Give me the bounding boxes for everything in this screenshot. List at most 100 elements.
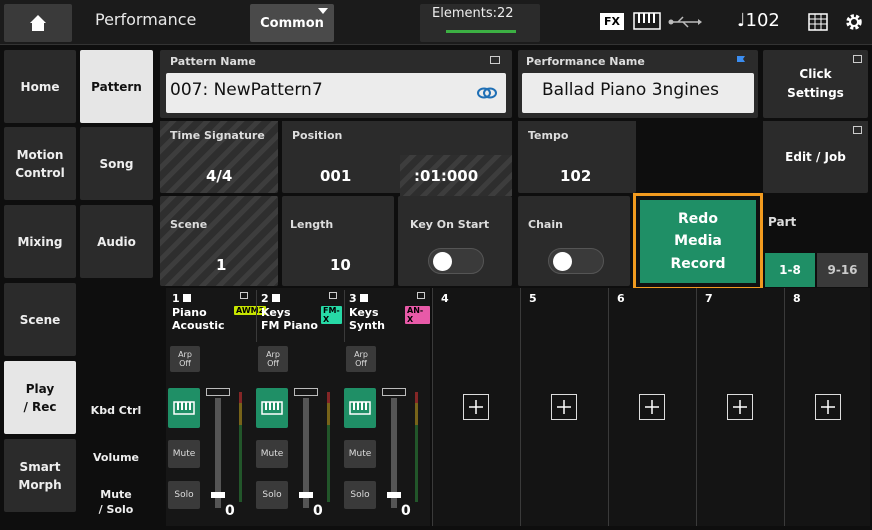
- redo-media-record-label: Redo Media Record: [640, 200, 756, 283]
- part-square-icon: [359, 294, 368, 302]
- part-1-header[interactable]: 1 Piano Acoustic AWM2: [168, 290, 267, 342]
- fx-badge[interactable]: FX: [600, 13, 624, 30]
- part-6-add-button[interactable]: [639, 394, 665, 420]
- sidebar-item-label: Scene: [19, 312, 61, 327]
- grid-icon[interactable]: [808, 13, 828, 31]
- sidebar-item-home[interactable]: Home: [4, 50, 76, 123]
- sidebar-item-scene[interactable]: Scene: [4, 283, 76, 356]
- part-1-volume-label-box: [206, 388, 230, 396]
- keyboard-icon: [173, 401, 195, 415]
- part-2-header[interactable]: 2 Keys FM Piano FM-X: [256, 290, 342, 342]
- part-3-arp-button[interactable]: Arp Off: [346, 346, 376, 372]
- volume-label: Volume: [93, 451, 139, 464]
- part-number: 4: [441, 292, 449, 305]
- elements-indicator: Elements:22: [420, 4, 540, 42]
- part-3-kbd-ctrl-button[interactable]: [344, 388, 376, 428]
- click-settings-button[interactable]: Click Settings: [763, 50, 868, 118]
- pattern-info-icon: [490, 56, 500, 64]
- part-number: 2: [261, 292, 269, 305]
- fm-x-tag: FM-X: [321, 306, 342, 324]
- part-name: Piano Acoustic: [172, 306, 225, 332]
- tempo-display: ♩102: [737, 10, 780, 31]
- part-3-fader-knob[interactable]: [387, 492, 401, 498]
- usb-icon: [668, 16, 702, 28]
- part-3-header[interactable]: 3 Keys Synth AN-X: [344, 290, 430, 342]
- sidebar-item-play-rec[interactable]: Play / Rec: [4, 361, 76, 434]
- sidebar-item-label: Smart Morph: [18, 459, 62, 492]
- part-1-level-meter: [239, 392, 242, 502]
- sidebar-item-smart-morph[interactable]: Smart Morph: [4, 439, 76, 512]
- position-label: Position: [292, 129, 343, 142]
- performance-name-field[interactable]: Ballad Piano 3ngines: [522, 73, 754, 113]
- part-6-column: 6: [608, 288, 696, 526]
- chain-toggle[interactable]: [548, 248, 604, 274]
- time-signature-label: Time Signature: [170, 129, 265, 142]
- part-9-16-button[interactable]: 9-16: [817, 253, 868, 287]
- time-signature-control[interactable]: Time Signature 4/4: [160, 118, 278, 193]
- part-number: 7: [705, 292, 713, 305]
- part-number: 3: [349, 292, 357, 305]
- part-2-kbd-ctrl-button[interactable]: [256, 388, 288, 428]
- part-2-mute-button[interactable]: Mute: [256, 440, 288, 468]
- subnav-item-audio[interactable]: Audio: [80, 205, 153, 278]
- edit-job-button[interactable]: Edit / Job: [763, 118, 868, 193]
- part-1-kbd-ctrl-button[interactable]: [168, 388, 200, 428]
- part-number: 8: [793, 292, 801, 305]
- home-icon: [30, 15, 46, 31]
- tempo-control[interactable]: Tempo 102: [518, 118, 636, 193]
- redo-media-record-button[interactable]: Redo Media Record: [633, 193, 763, 290]
- part-1-solo-button[interactable]: Solo: [168, 481, 200, 509]
- part-number: 1: [172, 292, 180, 305]
- part-square-icon: [271, 294, 280, 302]
- part-2-fader-knob[interactable]: [299, 492, 313, 498]
- subnav-item-song[interactable]: Song: [80, 127, 153, 200]
- kbd-ctrl-label: Kbd Ctrl: [90, 404, 142, 417]
- home-button[interactable]: [4, 4, 72, 42]
- part-3-volume-label-box: [382, 388, 406, 396]
- scene-control[interactable]: Scene 1: [160, 196, 278, 286]
- part-3-solo-button[interactable]: Solo: [344, 481, 376, 509]
- position-measure[interactable]: 001: [320, 167, 351, 185]
- position-tick-control[interactable]: :01:000: [400, 155, 512, 196]
- part-3-level-meter: [415, 392, 418, 502]
- scene-label: Scene: [170, 218, 208, 231]
- sidebar-item-motion-control[interactable]: Motion Control: [4, 127, 76, 200]
- plus-icon: [645, 400, 659, 414]
- edit-job-label: Edit / Job: [785, 150, 846, 164]
- common-dropdown[interactable]: Common: [250, 4, 334, 42]
- part-5-column: 5: [520, 288, 608, 526]
- part-name: Keys Synth: [349, 306, 386, 332]
- length-value: 10: [330, 256, 351, 274]
- an-x-tag: AN-X: [405, 306, 430, 324]
- popup-icon: [853, 126, 862, 134]
- common-label: Common: [260, 15, 324, 31]
- key-on-start-label: Key On Start: [410, 218, 490, 231]
- part-1-arp-button[interactable]: Arp Off: [170, 346, 200, 372]
- performance-name-value: Ballad Piano 3ngines: [542, 80, 719, 100]
- screen-title: Performance: [95, 10, 197, 29]
- tempo-label: Tempo: [528, 129, 569, 142]
- part-2-solo-button[interactable]: Solo: [256, 481, 288, 509]
- part-1-fader-knob[interactable]: [211, 492, 225, 498]
- key-on-start-panel: Key On Start: [398, 196, 512, 286]
- part-8-add-button[interactable]: [815, 394, 841, 420]
- part-number: 5: [529, 292, 537, 305]
- pattern-name-field[interactable]: 007: NewPattern7: [166, 73, 506, 113]
- link-icon[interactable]: [476, 85, 498, 101]
- part-4-add-button[interactable]: [463, 394, 489, 420]
- popup-icon: [853, 55, 862, 63]
- gear-icon[interactable]: [844, 12, 864, 32]
- part-7-add-button[interactable]: [727, 394, 753, 420]
- part-info-icon: [240, 292, 248, 299]
- key-on-start-toggle[interactable]: [428, 248, 484, 274]
- position-panel: Position 001 :01:000: [282, 118, 512, 196]
- part-label: Part: [768, 215, 797, 229]
- part-2-arp-button[interactable]: Arp Off: [258, 346, 288, 372]
- part-1-8-button[interactable]: 1-8: [765, 253, 815, 287]
- part-3-mute-button[interactable]: Mute: [344, 440, 376, 468]
- part-5-add-button[interactable]: [551, 394, 577, 420]
- part-1-mute-button[interactable]: Mute: [168, 440, 200, 468]
- length-control[interactable]: Length 10: [282, 196, 394, 286]
- subnav-item-pattern[interactable]: Pattern: [80, 50, 153, 123]
- sidebar-item-mixing[interactable]: Mixing: [4, 205, 76, 278]
